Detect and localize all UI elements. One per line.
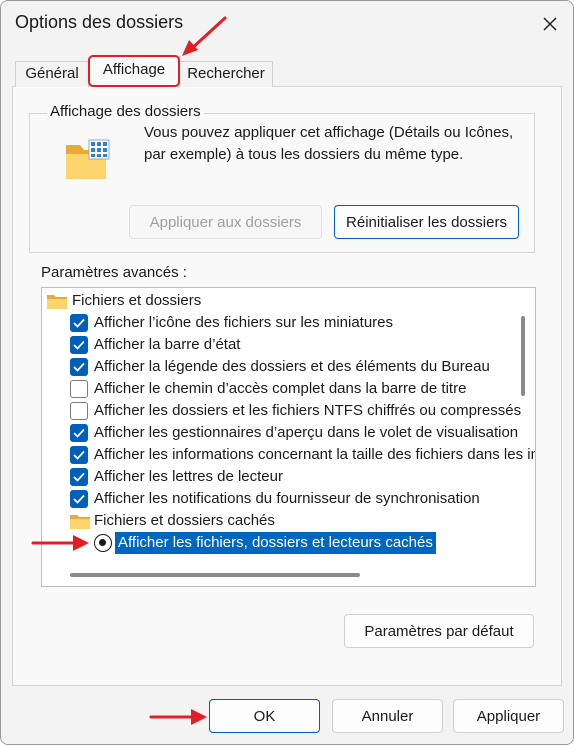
checkbox-checked[interactable] — [70, 314, 88, 332]
close-button[interactable] — [533, 7, 567, 41]
horizontal-scrollbar-thumb[interactable] — [70, 573, 360, 577]
advanced-settings-tree[interactable]: Fichiers et dossiers Afficher l’icône de… — [41, 287, 536, 587]
annotation-arrow-icon — [149, 709, 207, 725]
folder-views-legend: Affichage des dossiers — [47, 103, 204, 120]
tab-search[interactable]: Rechercher — [179, 61, 273, 87]
checkbox-unchecked[interactable] — [70, 402, 88, 420]
close-icon — [543, 17, 557, 31]
horizontal-scrollbar[interactable] — [42, 564, 535, 586]
folder-view-icon — [66, 139, 110, 179]
checkbox-checked[interactable] — [70, 336, 88, 354]
checkmark-icon — [73, 472, 85, 482]
ok-button[interactable]: OK — [209, 699, 320, 733]
title-bar: Options des dossiers — [1, 1, 573, 47]
checkbox-checked[interactable] — [70, 424, 88, 442]
reset-folders-button[interactable]: Réinitialiser les dossiers — [334, 205, 519, 239]
restore-defaults-button[interactable]: Paramètres par défaut — [344, 614, 534, 648]
checkbox-checked[interactable] — [70, 446, 88, 464]
folder-options-dialog: Options des dossiers Général Affichage R… — [0, 0, 574, 745]
checkmark-icon — [73, 450, 85, 460]
checkmark-icon — [73, 340, 85, 350]
folder-views-description: Vous pouvez appliquer cet affichage (Dét… — [144, 124, 514, 163]
checkmark-icon — [73, 318, 85, 328]
apply-button[interactable]: Appliquer — [453, 699, 564, 733]
tab-strip: Général Affichage Rechercher — [15, 55, 555, 87]
radio-dot — [99, 539, 106, 546]
checkmark-icon — [73, 362, 85, 372]
vertical-scrollbar-thumb[interactable] — [521, 316, 525, 396]
radio-selected[interactable] — [94, 534, 112, 552]
annotation-arrow-icon — [31, 535, 89, 551]
tab-view[interactable]: Affichage — [88, 55, 180, 87]
apply-to-folders-button[interactable]: Appliquer aux dossiers — [129, 205, 322, 239]
checkbox-checked[interactable] — [70, 490, 88, 508]
checkmark-icon — [73, 494, 85, 504]
folder-icon — [70, 515, 90, 529]
checkmark-icon — [73, 428, 85, 438]
folder-icon — [47, 295, 67, 309]
checkbox-unchecked[interactable] — [70, 380, 88, 398]
tab-general[interactable]: Général — [15, 61, 89, 87]
dialog-title: Options des dossiers — [15, 12, 184, 32]
annotation-arrow-icon — [182, 16, 227, 56]
checkbox-checked[interactable] — [70, 468, 88, 486]
advanced-settings-label: Paramètres avancés : — [41, 264, 187, 281]
checkbox-checked[interactable] — [70, 358, 88, 376]
cancel-button[interactable]: Annuler — [332, 699, 443, 733]
